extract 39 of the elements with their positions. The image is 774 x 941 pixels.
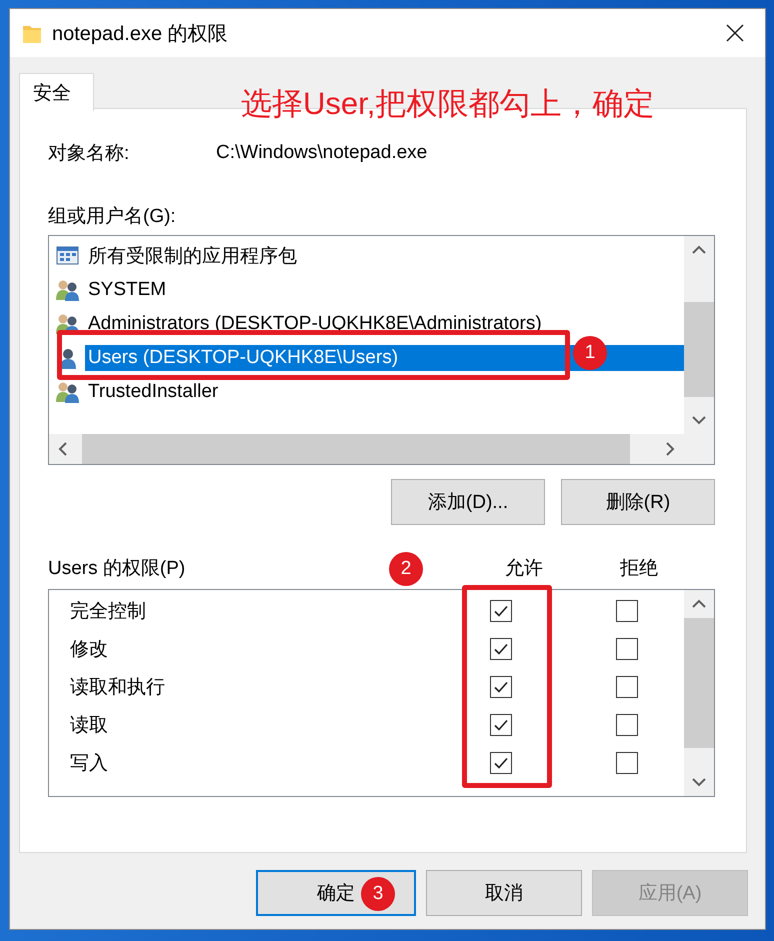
principal-item[interactable]: TrustedInstaller: [85, 379, 222, 405]
list-label: Users 的权限(P): [48, 557, 186, 581]
principal-item[interactable]: Administrators (DESKTOP-UQKHK8E\Administrators): [85, 311, 545, 337]
scrollbar-thumb[interactable]: [82, 434, 630, 464]
scrollbar-thumb[interactable]: [684, 618, 714, 748]
permission-name: 写入: [70, 752, 109, 776]
checkbox[interactable]: [490, 714, 512, 736]
cancel-button[interactable]: 取消: [426, 870, 582, 916]
principal-item[interactable]: SYSTEM: [85, 277, 170, 303]
window-title: notepad.exe 的权限: [52, 22, 228, 46]
permission-name: 读取和执行: [70, 676, 166, 700]
permission-name: 读取: [70, 714, 109, 738]
permission-name: 修改: [70, 638, 109, 662]
principal-item[interactable]: 所有受限制的应用程序包: [85, 241, 300, 271]
column-header: 允许: [504, 557, 544, 581]
checkbox[interactable]: [490, 600, 512, 622]
checkbox[interactable]: [616, 676, 638, 698]
checkbox[interactable]: [616, 600, 638, 622]
checkbox[interactable]: [616, 638, 638, 660]
app-package-icon: [55, 245, 81, 267]
users-icon: [55, 313, 81, 335]
checkbox[interactable]: [490, 638, 512, 660]
remove-button[interactable]: 删除(R): [561, 479, 715, 525]
object-path: C:\Windows\notepad.exe: [216, 142, 428, 164]
users-icon: [55, 279, 81, 301]
close-icon[interactable]: [725, 23, 745, 43]
annotation-text: 选择User,把权限都勾上，确定: [241, 85, 654, 123]
permission-name: 完全控制: [70, 600, 147, 624]
checkbox[interactable]: [490, 676, 512, 698]
checkbox[interactable]: [616, 714, 638, 736]
scrollbar-thumb[interactable]: [684, 302, 714, 397]
users-icon: [55, 381, 81, 403]
tab[interactable]: 安全: [19, 73, 94, 111]
checkbox[interactable]: [616, 752, 638, 774]
list-label: 组或用户名(G):: [48, 205, 177, 227]
field-label: 对象名称:: [48, 142, 130, 166]
checkbox[interactable]: [490, 752, 512, 774]
add-button[interactable]: 添加(D)...: [391, 479, 545, 525]
column-header: 拒绝: [619, 557, 659, 581]
